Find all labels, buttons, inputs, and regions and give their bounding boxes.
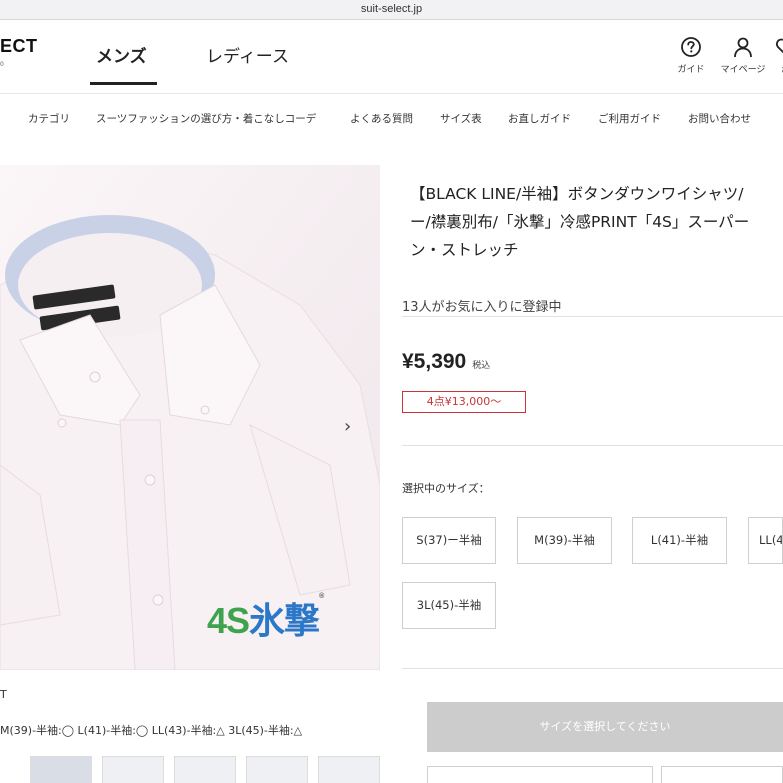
- size-option-l41[interactable]: L(41)-半袖: [632, 517, 727, 564]
- thumbnail[interactable]: [174, 756, 236, 783]
- add-to-cart-button-disabled[interactable]: サイズを選択してください: [427, 702, 783, 752]
- divider: [402, 445, 783, 446]
- browser-url-bar[interactable]: suit-select.jp: [0, 0, 783, 20]
- subnav-contact[interactable]: お問い合わせ: [688, 111, 751, 126]
- price-value: ¥5,390: [402, 350, 467, 373]
- registered-mark: ®: [319, 593, 324, 600]
- stock-status-line: M(39)-半袖:◯ L(41)-半袖:◯ LL(43)-半袖:△ 3L(45)…: [0, 724, 303, 737]
- subnav-alteration-guide[interactable]: お直しガイド: [508, 111, 571, 126]
- thumbnail[interactable]: [102, 756, 164, 783]
- site-header: ECT 0 メンズ レディース ガイド マイページ ぉ: [0, 20, 783, 94]
- thumbnail[interactable]: [246, 756, 308, 783]
- tab-ladies[interactable]: レディース: [206, 42, 289, 67]
- size-option-ll43[interactable]: LL(4: [748, 517, 783, 564]
- product-price: ¥5,390 税込: [402, 350, 490, 374]
- tab-men-underline: [90, 82, 157, 85]
- secondary-action-button[interactable]: [661, 766, 783, 783]
- selected-size-label: 選択中のサイズ：: [402, 482, 490, 495]
- secondary-action-button[interactable]: [427, 766, 653, 783]
- tab-men[interactable]: メンズ: [96, 42, 147, 67]
- mypage-link[interactable]: マイページ: [717, 36, 769, 75]
- favorites-count: 13人がお気に入りに登録中: [402, 300, 562, 315]
- product-image-logo-4s: 4S: [207, 600, 250, 641]
- guide-label: ガイド: [677, 65, 705, 75]
- thumbnail[interactable]: [318, 756, 380, 783]
- product-title-line: 【BLACK LINE/半袖】ボタンダウンワイシャツ/: [410, 185, 744, 203]
- guide-link[interactable]: ガイド: [674, 36, 708, 75]
- header-extra-link[interactable]: ぉ: [775, 36, 783, 75]
- product-main-image[interactable]: 4S氷撃®: [0, 165, 380, 670]
- product-title: 【BLACK LINE/半袖】ボタンダウンワイシャツ/ ー/襟裏別布/「氷撃」冷…: [410, 180, 783, 264]
- tax-label: 税込: [472, 360, 491, 370]
- size-option-s37[interactable]: S(37)ー半袖: [402, 517, 496, 564]
- product-title-line: ー/襟裏別布/「氷撃」冷感PRINT「4S」スーパー: [410, 213, 750, 231]
- size-option-m39[interactable]: M(39)-半袖: [517, 517, 612, 564]
- sub-navigation: カテゴリ スーツファッションの選び方・着こなしコーデ よくある質問 サイズ表 お…: [0, 95, 783, 141]
- image-next-arrow-icon[interactable]: ›: [344, 416, 351, 437]
- subnav-size-chart[interactable]: サイズ表: [440, 111, 482, 126]
- subnav-faq[interactable]: よくある質問: [350, 111, 413, 126]
- divider: [402, 668, 783, 669]
- browser-url-text[interactable]: suit-select.jp: [0, 3, 783, 15]
- heart-icon: [776, 38, 783, 54]
- subnav-style-guide[interactable]: スーツファッションの選び方・着こなしコーデ: [96, 111, 316, 126]
- thumbnail[interactable]: [30, 756, 92, 783]
- product-image-brand-logo: 4S氷撃®: [207, 592, 324, 644]
- header-extra-label: ぉ: [775, 62, 783, 75]
- image-caption: T: [0, 688, 7, 701]
- size-option-3l45[interactable]: 3L(45)-半袖: [402, 582, 496, 629]
- question-circle-icon: [681, 37, 701, 57]
- product-title-line: ン・ストレッチ: [410, 241, 519, 259]
- subnav-category[interactable]: カテゴリ: [28, 111, 70, 126]
- user-icon: [734, 37, 752, 58]
- site-logo[interactable]: ECT: [0, 36, 38, 57]
- product-image-logo-hyogeki: 氷撃: [249, 600, 320, 641]
- subnav-usage-guide[interactable]: ご利用ガイド: [598, 111, 661, 126]
- divider: [402, 316, 783, 317]
- mypage-label: マイページ: [720, 65, 766, 75]
- site-logo-subtext: 0: [0, 61, 4, 68]
- bundle-promo-badge[interactable]: 4点¥13,000〜: [402, 391, 526, 413]
